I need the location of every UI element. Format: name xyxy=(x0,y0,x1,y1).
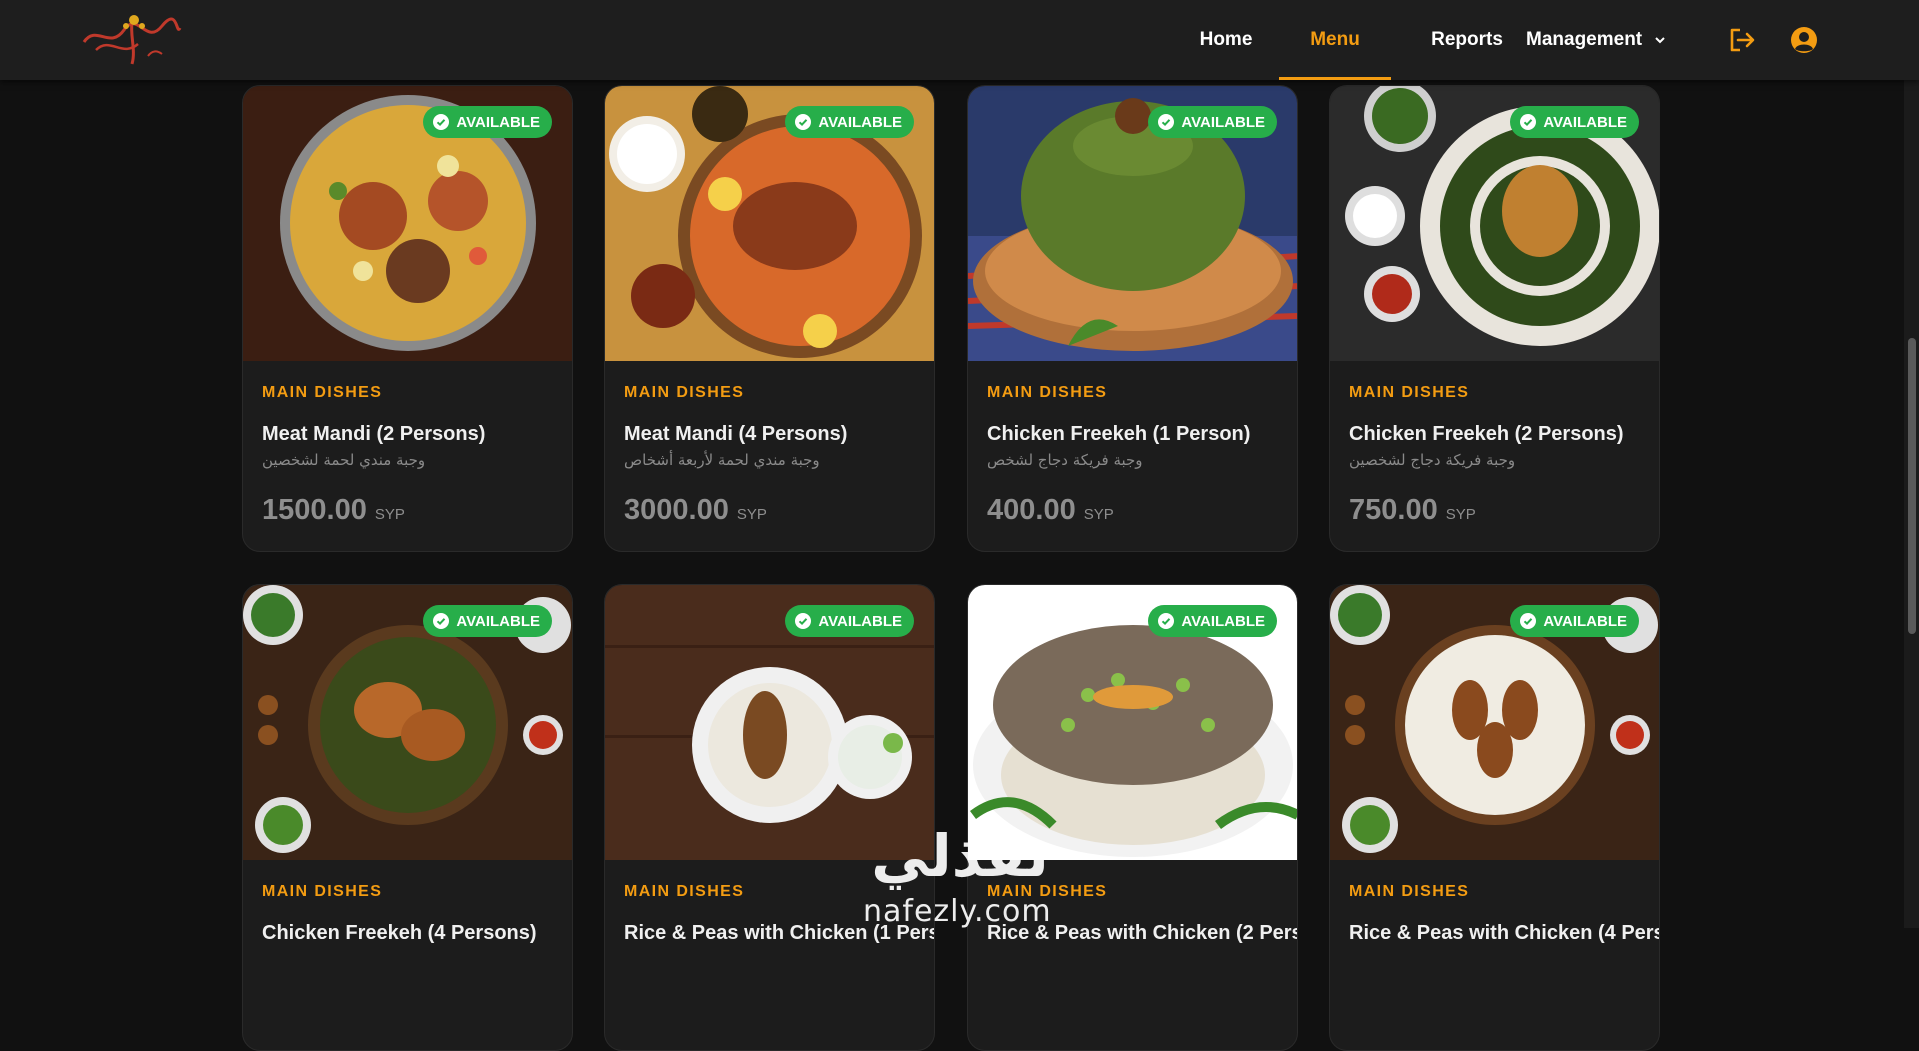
dish-category: MAIN DISHES xyxy=(987,384,1108,401)
dish-category: MAIN DISHES xyxy=(624,384,745,401)
check-circle-icon xyxy=(795,613,812,629)
check-circle-icon xyxy=(433,114,450,130)
dish-name: Chicken Freekeh (4 Persons) xyxy=(262,922,537,944)
check-circle-icon xyxy=(433,613,450,629)
dish-category: MAIN DISHES xyxy=(1349,883,1470,900)
dish-category: MAIN DISHES xyxy=(1349,384,1470,401)
dish-price: 3000.00 SYP xyxy=(624,494,767,527)
dish-category: MAIN DISHES xyxy=(987,883,1108,900)
dish-category: MAIN DISHES xyxy=(262,384,383,401)
menu-card[interactable]: AVAILABLE MAIN DISHES Rice & Peas with C… xyxy=(967,584,1298,1051)
badge-label: AVAILABLE xyxy=(818,113,902,131)
check-circle-icon xyxy=(1520,114,1537,130)
badge-label: AVAILABLE xyxy=(1543,612,1627,630)
nav-management-label: Management xyxy=(1526,29,1643,50)
menu-card[interactable]: AVAILABLE MAIN DISHES Chicken Freekeh (2… xyxy=(1329,85,1660,552)
menu-card[interactable]: AVAILABLE MAIN DISHES Meat Mandi (4 Pers… xyxy=(604,85,935,552)
availability-badge: AVAILABLE xyxy=(785,605,914,637)
nav-management[interactable]: Management xyxy=(1526,0,1678,80)
dish-price: 1500.00 SYP xyxy=(262,494,405,527)
availability-badge: AVAILABLE xyxy=(423,106,552,138)
chevron-down-icon xyxy=(1655,37,1665,44)
top-navbar: Home Menu Reports Management xyxy=(0,0,1919,80)
dish-name-arabic: وجبة فريكة دجاج لشخص xyxy=(987,451,1143,469)
menu-card[interactable]: AVAILABLE MAIN DISHES Rice & Peas with C… xyxy=(604,584,935,1051)
availability-badge: AVAILABLE xyxy=(1510,106,1639,138)
availability-badge: AVAILABLE xyxy=(1148,605,1277,637)
dish-category: MAIN DISHES xyxy=(624,883,745,900)
scrollbar-thumb[interactable] xyxy=(1908,338,1916,634)
nav-reports[interactable]: Reports xyxy=(1412,0,1522,80)
dish-price: 400.00 SYP xyxy=(987,494,1114,527)
badge-label: AVAILABLE xyxy=(1181,612,1265,630)
badge-label: AVAILABLE xyxy=(818,612,902,630)
dish-price: 750.00 SYP xyxy=(1349,494,1476,527)
price-currency: SYP xyxy=(736,506,767,523)
price-value: 400.00 xyxy=(987,494,1076,526)
dish-name: Meat Mandi (2 Persons) xyxy=(262,423,486,445)
menu-card[interactable]: AVAILABLE MAIN DISHES Rice & Peas with C… xyxy=(1329,584,1660,1051)
price-value: 1500.00 xyxy=(262,494,367,526)
scrollbar[interactable] xyxy=(1904,0,1919,928)
badge-label: AVAILABLE xyxy=(456,113,540,131)
user-account-icon[interactable] xyxy=(1788,24,1820,56)
menu-card[interactable]: AVAILABLE MAIN DISHES Chicken Freekeh (1… xyxy=(967,85,1298,552)
price-currency: SYP xyxy=(374,506,405,523)
price-value: 3000.00 xyxy=(624,494,729,526)
price-currency: SYP xyxy=(1083,506,1114,523)
dish-name-arabic: وجبة مندي لحمة لشخصين xyxy=(262,451,426,469)
price-value: 750.00 xyxy=(1349,494,1438,526)
dish-name: Rice & Peas with Chicken (4 Persons) xyxy=(1349,922,1659,944)
availability-badge: AVAILABLE xyxy=(1510,605,1639,637)
badge-label: AVAILABLE xyxy=(456,612,540,630)
dish-name: Rice & Peas with Chicken (1 Person) xyxy=(624,922,934,944)
availability-badge: AVAILABLE xyxy=(785,106,914,138)
dish-category: MAIN DISHES xyxy=(262,883,383,900)
nav-home[interactable]: Home xyxy=(1196,0,1256,80)
check-circle-icon xyxy=(1158,613,1175,629)
restaurant-logo[interactable] xyxy=(76,6,186,72)
check-circle-icon xyxy=(1158,114,1175,130)
badge-label: AVAILABLE xyxy=(1543,113,1627,131)
price-currency: SYP xyxy=(1445,506,1476,523)
dish-name: Chicken Freekeh (2 Persons) xyxy=(1349,423,1624,445)
dish-name-arabic: وجبة مندي لحمة لأربعة أشخاص xyxy=(624,451,820,469)
menu-grid: AVAILABLE MAIN DISHES Meat Mandi (2 Pers… xyxy=(242,85,1662,1051)
menu-card[interactable]: AVAILABLE MAIN DISHES Chicken Freekeh (4… xyxy=(242,584,573,1051)
badge-label: AVAILABLE xyxy=(1181,113,1265,131)
check-circle-icon xyxy=(1520,613,1537,629)
availability-badge: AVAILABLE xyxy=(423,605,552,637)
menu-card[interactable]: AVAILABLE MAIN DISHES Meat Mandi (2 Pers… xyxy=(242,85,573,552)
dish-name-arabic: وجبة فريكة دجاج لشخصين xyxy=(1349,451,1516,469)
dish-name: Meat Mandi (4 Persons) xyxy=(624,423,848,445)
nav-menu[interactable]: Menu xyxy=(1279,0,1391,80)
dish-name: Rice & Peas with Chicken (2 Persons) xyxy=(987,922,1297,944)
availability-badge: AVAILABLE xyxy=(1148,106,1277,138)
check-circle-icon xyxy=(795,114,812,130)
logout-icon[interactable] xyxy=(1726,24,1758,56)
dish-name: Chicken Freekeh (1 Person) xyxy=(987,423,1251,445)
